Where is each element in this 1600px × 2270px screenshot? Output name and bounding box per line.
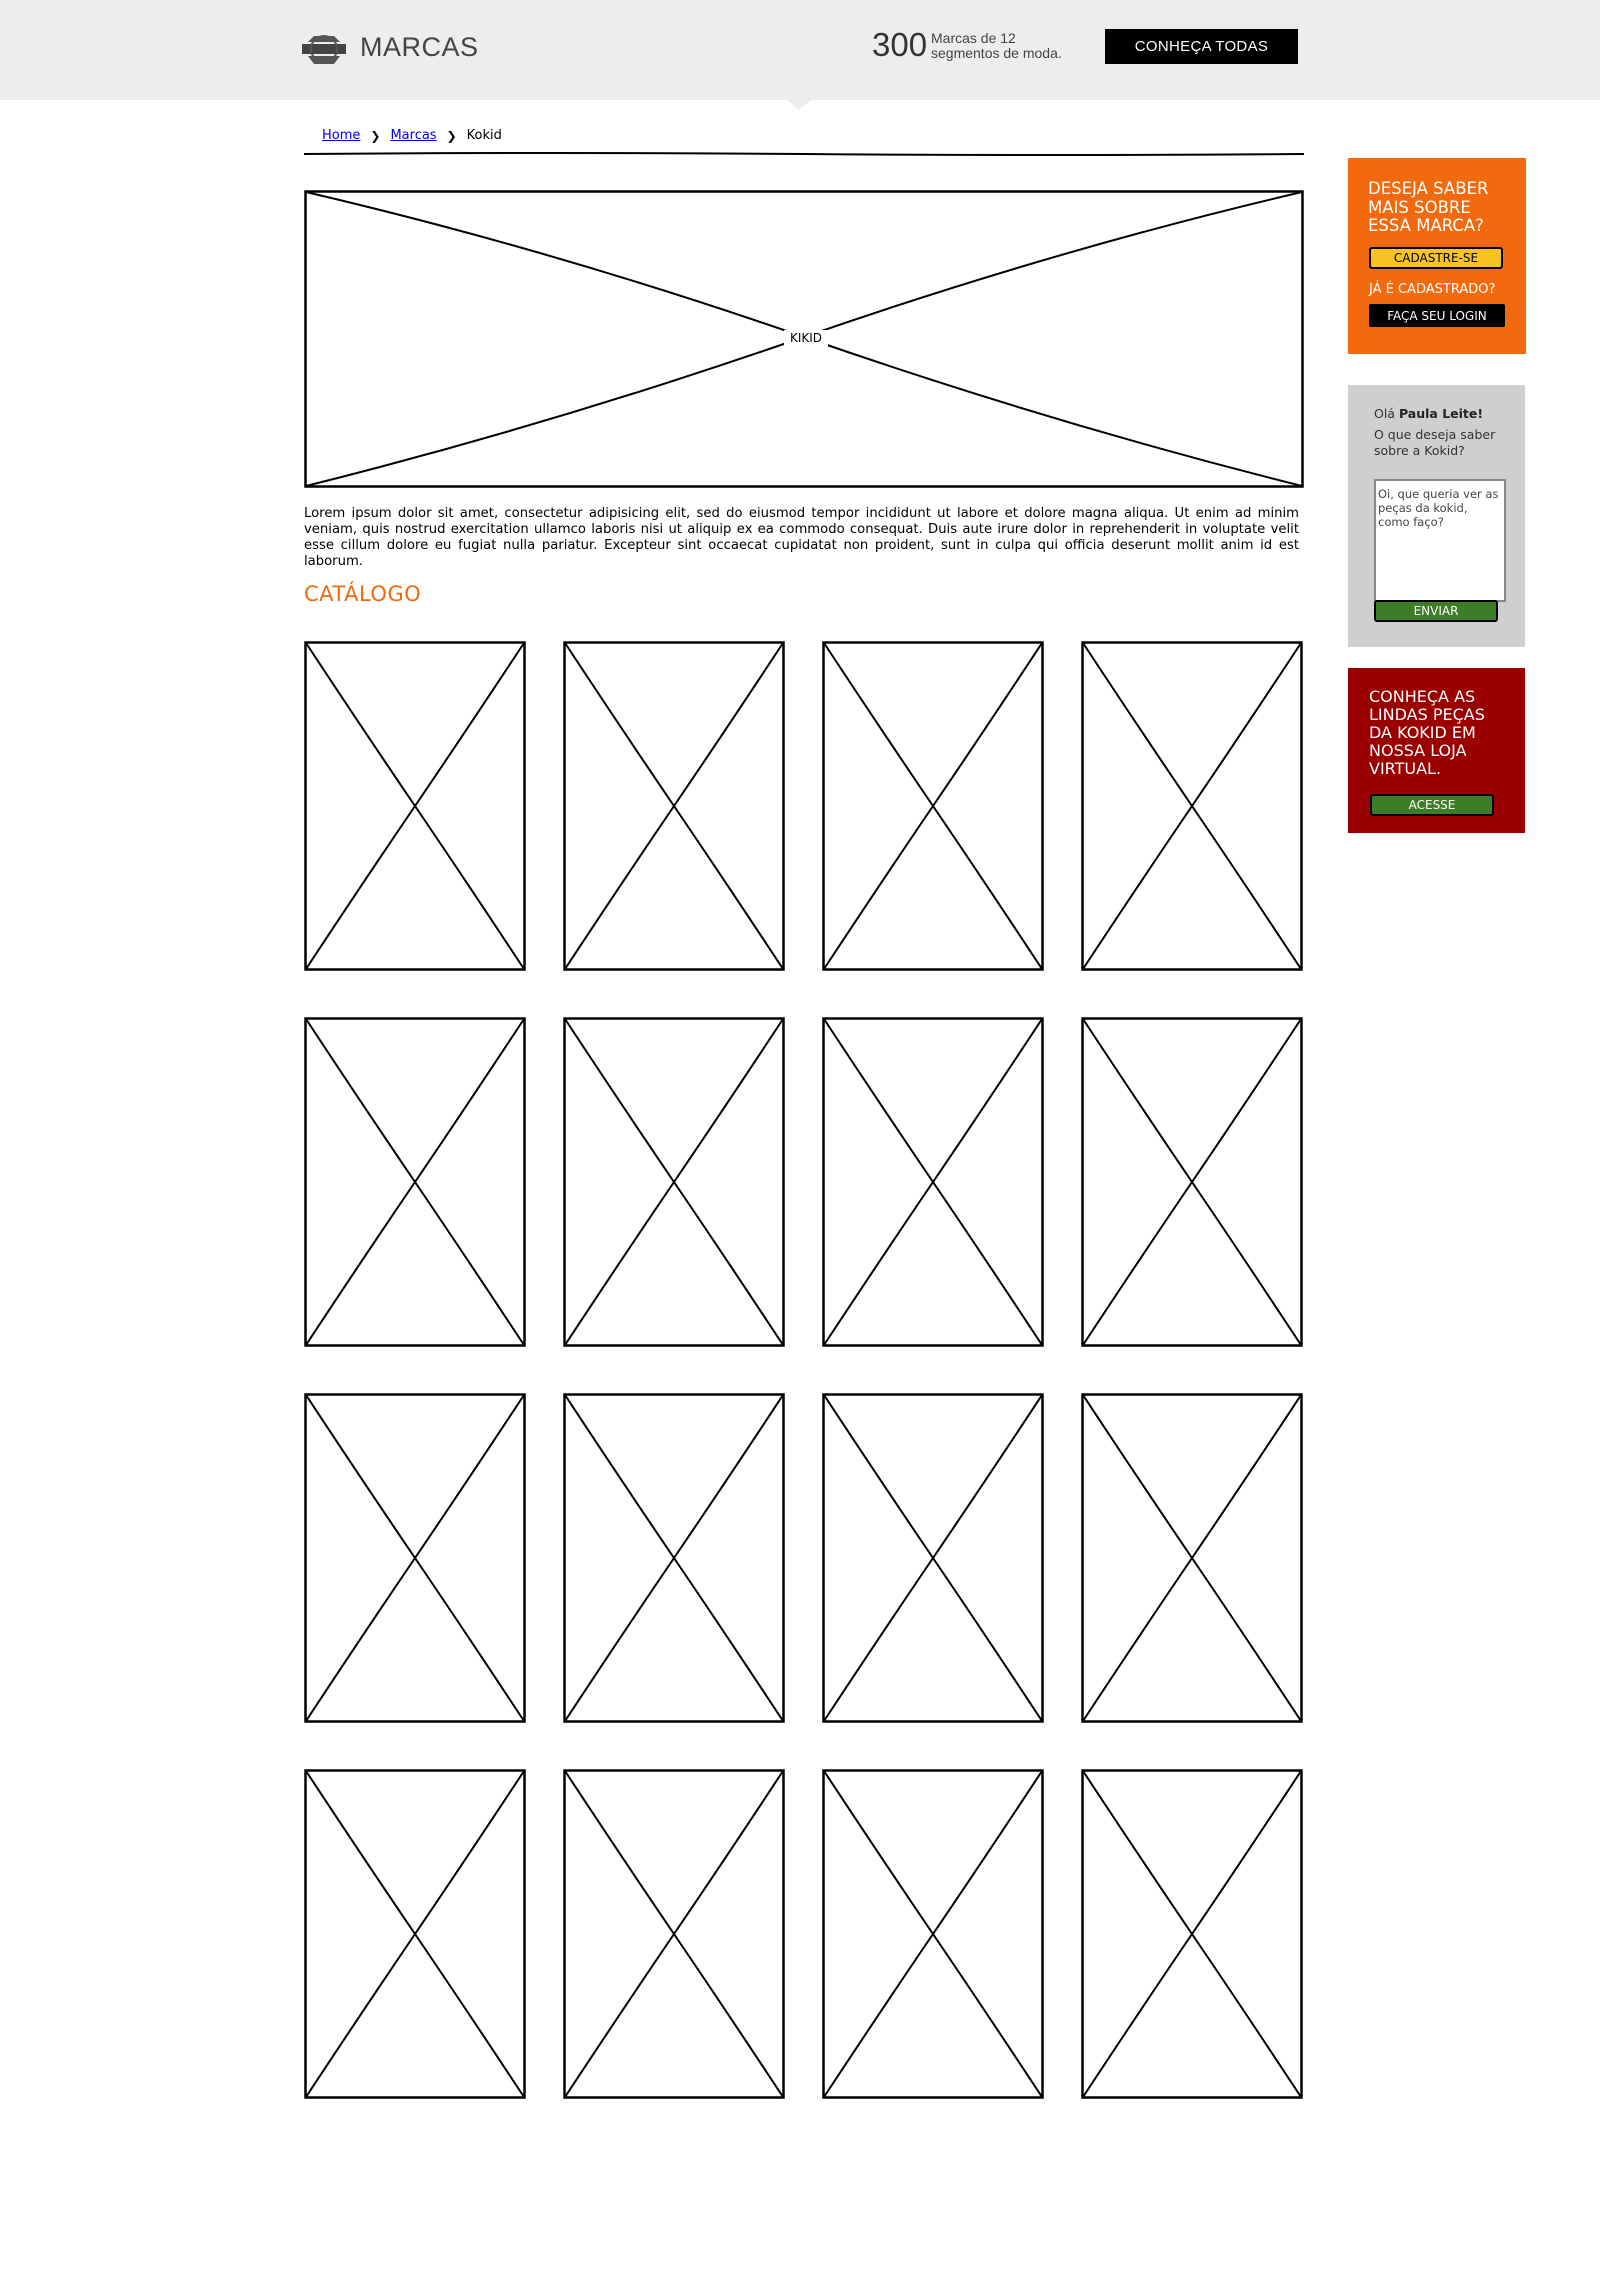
catalog-product-image[interactable] bbox=[304, 1769, 526, 2099]
online-store-box: CONHEÇA AS LINDAS PEÇAS DA KOKID EM NOSS… bbox=[1348, 668, 1525, 833]
catalog-product-image[interactable] bbox=[304, 1017, 526, 1347]
send-button[interactable]: ENVIAR bbox=[1374, 600, 1498, 622]
online-store-title: CONHEÇA AS LINDAS PEÇAS DA KOKID EM NOSS… bbox=[1369, 687, 1485, 778]
header-pointer bbox=[787, 100, 811, 110]
catalog-product-image[interactable] bbox=[822, 1393, 1044, 1723]
breadcrumb-home-link[interactable]: Home bbox=[322, 128, 360, 143]
catalog-product-image[interactable] bbox=[822, 1017, 1044, 1347]
catalog-product-image[interactable] bbox=[563, 1393, 785, 1723]
brand-count-description: Marcas de 12 segmentos de moda. bbox=[931, 30, 1062, 61]
login-button[interactable]: FAÇA SEU LOGIN bbox=[1369, 304, 1505, 327]
see-all-brands-button[interactable]: CONHEÇA TODAS bbox=[1105, 29, 1298, 64]
ask-brand-box: Olá Paula Leite! O que deseja saber sobr… bbox=[1348, 385, 1525, 647]
signup-box-title: DESEJA SABER MAIS SOBRE ESSA MARCA? bbox=[1368, 179, 1489, 235]
catalog-product-image[interactable] bbox=[822, 1769, 1044, 2099]
signup-box: DESEJA SABER MAIS SOBRE ESSA MARCA? CADA… bbox=[1348, 158, 1526, 354]
catalog-product-image[interactable] bbox=[304, 1393, 526, 1723]
already-registered-label: JÁ É CADASTRADO? bbox=[1369, 282, 1496, 297]
catalog-product-image[interactable] bbox=[1081, 641, 1303, 971]
chevron-right-icon: ❯ bbox=[446, 128, 457, 143]
catalog-product-image[interactable] bbox=[1081, 1017, 1303, 1347]
top-header: MARCAS 300 Marcas de 12 segmentos de mod… bbox=[0, 0, 1600, 100]
catalog-product-image[interactable] bbox=[563, 641, 785, 971]
breadcrumb-marcas-link[interactable]: Marcas bbox=[390, 128, 436, 143]
breadcrumb: Home ❯ Marcas ❯ Kokid bbox=[322, 128, 502, 143]
signup-button[interactable]: CADASTRE-SE bbox=[1369, 247, 1503, 269]
user-greeting: Olá Paula Leite! bbox=[1374, 406, 1483, 421]
catalog-product-image[interactable] bbox=[563, 1769, 785, 2099]
question-input[interactable]: Oi, que queria ver as peças da kokid, co… bbox=[1374, 479, 1506, 602]
catalog-product-image[interactable] bbox=[1081, 1769, 1303, 2099]
catalog-product-image[interactable] bbox=[1081, 1393, 1303, 1723]
access-store-button[interactable]: ACESSE bbox=[1370, 794, 1494, 816]
catalog-title: CATÁLOGO bbox=[304, 582, 422, 606]
logo-text[interactable]: MARCAS bbox=[360, 32, 479, 63]
catalog-product-image[interactable] bbox=[563, 1017, 785, 1347]
catalog-product-image[interactable] bbox=[822, 641, 1044, 971]
brand-description: Lorem ipsum dolor sit amet, consectetur … bbox=[304, 506, 1299, 569]
user-name: Paula Leite! bbox=[1398, 406, 1484, 421]
brand-count: 300 bbox=[872, 26, 928, 63]
breadcrumb-divider bbox=[304, 152, 1304, 156]
brand-badge-icon bbox=[302, 35, 346, 64]
banner-brand-label: KIKID bbox=[784, 330, 828, 346]
breadcrumb-current: Kokid bbox=[466, 128, 502, 143]
greeting-word: Olá bbox=[1374, 406, 1395, 421]
catalog-product-image[interactable] bbox=[304, 641, 526, 971]
ask-question: O que deseja saber sobre a Kokid? bbox=[1374, 427, 1496, 458]
chevron-right-icon: ❯ bbox=[370, 128, 381, 143]
